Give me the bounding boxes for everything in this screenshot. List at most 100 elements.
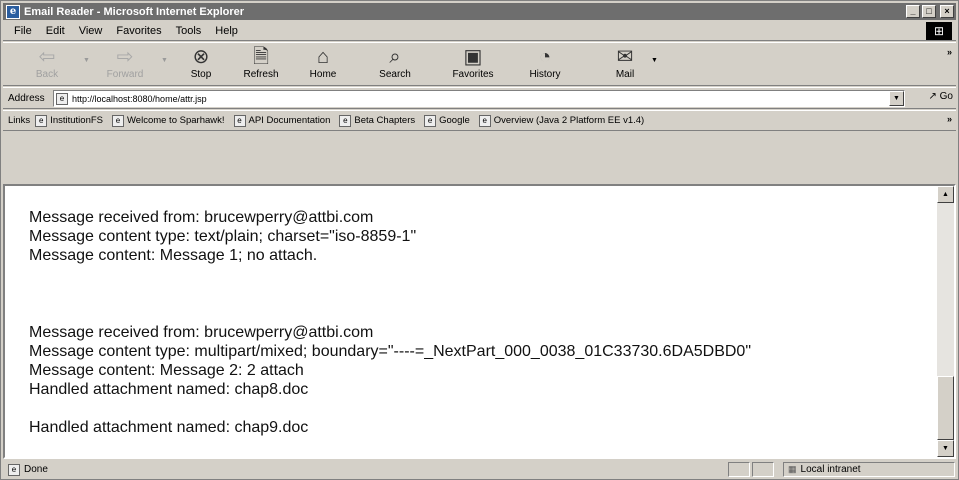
- link-label: Beta Chapters: [354, 115, 416, 126]
- stop-icon: ⊗: [192, 46, 210, 68]
- search-icon: ⌕: [389, 46, 401, 68]
- message-2-content: Message content: Message 2: 2 attach: [29, 362, 304, 379]
- scroll-up-button[interactable]: ▲: [937, 186, 954, 203]
- history-button[interactable]: ◔ History: [515, 45, 575, 85]
- back-button[interactable]: ⇦ Back: [17, 45, 77, 85]
- mail-button[interactable]: ✉ Mail: [595, 45, 655, 85]
- title-bar[interactable]: e Email Reader - Microsoft Internet Expl…: [3, 3, 956, 20]
- standard-toolbar: ⇦ Back ▼ ⇨ Forward ▼ ⊗ Stop 🗎 Refresh ⌂ …: [3, 42, 956, 86]
- message-2-attachment-2: Handled attachment named: chap9.doc: [29, 419, 309, 436]
- maximize-button[interactable]: □: [922, 5, 936, 18]
- favorites-label: Favorites: [452, 69, 494, 80]
- message-1-content: Message content: Message 1; no attach.: [29, 247, 318, 264]
- search-label: Search: [379, 69, 411, 80]
- search-button[interactable]: ⌕ Search: [365, 45, 425, 85]
- refresh-button[interactable]: 🗎 Refresh: [231, 45, 291, 85]
- address-input[interactable]: e http://localhost:8080/home/attr.jsp ▼: [53, 90, 905, 107]
- page-icon: e: [233, 114, 246, 127]
- mail-dropdown-icon[interactable]: ▼: [651, 57, 658, 64]
- link-item[interactable]: e API Documentation: [233, 114, 340, 127]
- message-1-from: Message received from: brucewperry@attbi…: [29, 209, 374, 226]
- status-bar: e Done ▦ Local intranet: [3, 460, 956, 479]
- message-2-from: Message received from: brucewperry@attbi…: [29, 324, 374, 341]
- go-arrow-icon: ↗: [928, 91, 937, 102]
- link-label: Welcome to Sparhawk!: [127, 115, 225, 126]
- forward-arrow-icon: ⇨: [116, 46, 134, 68]
- go-button[interactable]: ↗ Go: [928, 91, 953, 102]
- refresh-icon: 🗎: [252, 46, 270, 68]
- links-more-chevron-icon[interactable]: »: [947, 114, 952, 124]
- menu-bar: File Edit View Favorites Tools Help ⊞: [3, 21, 956, 41]
- stop-button[interactable]: ⊗ Stop: [171, 45, 231, 85]
- windows-logo-icon: ⊞: [926, 22, 952, 40]
- ie-icon: e: [6, 4, 20, 19]
- message-list: Message received from: brucewperry@attbi…: [5, 186, 937, 457]
- address-url: http://localhost:8080/home/attr.jsp: [72, 93, 207, 104]
- history-icon: ◔: [538, 46, 552, 68]
- page-icon: e: [56, 92, 68, 105]
- history-label: History: [529, 69, 561, 80]
- menu-tools[interactable]: Tools: [169, 25, 209, 37]
- refresh-label: Refresh: [243, 69, 279, 80]
- page-icon: e: [339, 114, 352, 127]
- links-label: Links: [8, 115, 31, 126]
- forward-button[interactable]: ⇨ Forward: [95, 45, 155, 85]
- scroll-down-button[interactable]: ▼: [937, 440, 954, 457]
- link-item[interactable]: e Beta Chapters: [339, 114, 424, 127]
- mail-label: Mail: [615, 69, 635, 80]
- go-label: Go: [939, 91, 953, 102]
- close-button[interactable]: ×: [940, 5, 954, 18]
- link-label: Overview (Java 2 Platform EE v1.4): [493, 115, 645, 126]
- link-item[interactable]: e Google: [424, 114, 479, 127]
- intranet-icon: ▦: [788, 464, 797, 474]
- message-2-attachment-1: Handled attachment named: chap8.doc: [29, 381, 309, 398]
- minimize-button[interactable]: _: [906, 5, 920, 18]
- link-label: InstitutionFS: [50, 115, 103, 126]
- status-text: Done: [24, 464, 48, 475]
- page-icon: e: [478, 114, 491, 127]
- menu-help[interactable]: Help: [208, 25, 245, 37]
- page-icon: e: [8, 463, 20, 476]
- back-dropdown-icon[interactable]: ▼: [83, 57, 90, 64]
- stop-label: Stop: [190, 69, 212, 80]
- forward-label: Forward: [106, 69, 144, 80]
- scroll-thumb[interactable]: [937, 376, 954, 440]
- page-content: Message received from: brucewperry@attbi…: [3, 184, 956, 459]
- favorites-button[interactable]: ▣ Favorites: [443, 45, 503, 85]
- menu-edit[interactable]: Edit: [39, 25, 72, 37]
- back-arrow-icon: ⇦: [38, 46, 56, 68]
- address-dropdown-icon[interactable]: ▼: [889, 91, 904, 106]
- home-label: Home: [309, 69, 337, 80]
- browser-window: e Email Reader - Microsoft Internet Expl…: [0, 0, 959, 480]
- link-label: API Documentation: [248, 115, 331, 126]
- status-done: e Done: [3, 463, 48, 476]
- back-label: Back: [35, 69, 59, 80]
- address-label: Address: [8, 92, 45, 104]
- home-button[interactable]: ⌂ Home: [293, 45, 353, 85]
- link-item[interactable]: e Welcome to Sparhawk!: [112, 114, 234, 127]
- address-bar: Address e http://localhost:8080/home/att…: [3, 87, 956, 109]
- message-1-type: Message content type: text/plain; charse…: [29, 228, 417, 245]
- message-2-type: Message content type: multipart/mixed; b…: [29, 343, 751, 360]
- forward-dropdown-icon[interactable]: ▼: [161, 57, 168, 64]
- menu-favorites[interactable]: Favorites: [109, 25, 168, 37]
- link-label: Google: [439, 115, 470, 126]
- page-icon: e: [424, 114, 437, 127]
- page-icon: e: [35, 114, 48, 127]
- toolbar-more-chevron-icon[interactable]: »: [947, 47, 952, 57]
- links-bar: Links e InstitutionFS e Welcome to Sparhaw…: [3, 110, 956, 131]
- status-pane: [728, 462, 750, 477]
- link-item[interactable]: e Overview (Java 2 Platform EE v1.4): [478, 114, 653, 127]
- menu-view[interactable]: View: [72, 25, 110, 37]
- vertical-scrollbar[interactable]: ▲ ▼: [937, 186, 954, 457]
- mail-icon: ✉: [616, 46, 634, 68]
- menu-file[interactable]: File: [7, 25, 39, 37]
- page-icon: e: [112, 114, 124, 127]
- link-item[interactable]: e InstitutionFS: [35, 114, 112, 127]
- security-zone: ▦ Local intranet: [783, 462, 955, 477]
- status-pane: [752, 462, 774, 477]
- home-icon: ⌂: [316, 46, 330, 68]
- window-title: Email Reader - Microsoft Internet Explor…: [24, 5, 245, 18]
- zone-label: Local intranet: [800, 464, 861, 475]
- favorites-icon: ▣: [463, 46, 483, 68]
